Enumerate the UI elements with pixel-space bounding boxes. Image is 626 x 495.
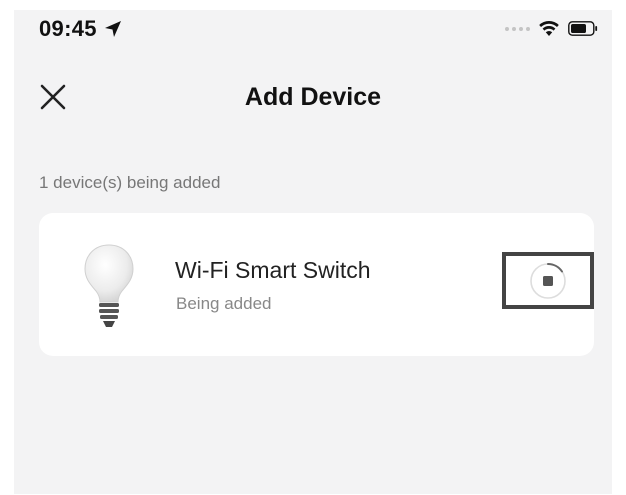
page-title: Add Device xyxy=(244,83,382,111)
stop-progress-icon[interactable] xyxy=(528,261,568,301)
wifi-icon xyxy=(539,20,559,36)
signal-icon xyxy=(505,26,530,31)
device-name: Wi-Fi Smart Switch xyxy=(175,257,371,283)
status-bar-right xyxy=(505,20,598,37)
add-device-screen: 09:45 Add Device 1 device(s) being added xyxy=(14,10,612,494)
devices-count-label: 1 device(s) being added xyxy=(39,173,221,192)
battery-icon xyxy=(568,21,598,36)
progress-highlight-frame xyxy=(502,252,594,309)
device-status: Being added xyxy=(176,294,272,313)
status-bar-left: 09:45 xyxy=(39,16,123,42)
status-time: 09:45 xyxy=(39,16,97,41)
location-arrow-icon xyxy=(104,21,121,37)
light-bulb-icon xyxy=(84,244,134,327)
